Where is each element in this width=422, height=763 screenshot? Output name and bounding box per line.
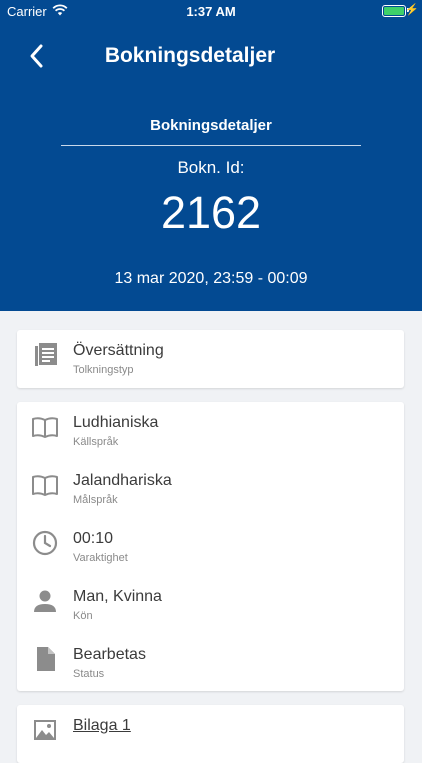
source-language-label: Källspråk — [73, 436, 119, 448]
duration-row: 00:10 Varaktighet — [17, 518, 404, 576]
battery-icon — [382, 5, 406, 17]
booking-id-value: 2162 — [160, 187, 262, 238]
source-language-row: Ludhianiska Källspråk — [17, 402, 404, 460]
duration-value: 00:10 — [73, 530, 114, 547]
status-value: Bearbetas — [73, 646, 146, 663]
interpretation-card: Översättning Tolkningstyp — [17, 330, 404, 388]
details-card: Ludhianiska Källspråk Jalandhariska Måls… — [17, 402, 404, 691]
attachment-card[interactable]: Bilaga 1 — [17, 705, 404, 763]
target-language-value: Jalandhariska — [73, 472, 172, 489]
gender-label: Kön — [73, 610, 93, 622]
image-icon — [34, 720, 56, 740]
header: Carrier 1:37 AM ⚡ Bokningsdetaljer Bokni… — [0, 0, 422, 311]
clock-icon — [32, 530, 58, 556]
booking-datetime: 13 mar 2020, 23:59 - 00:09 — [114, 270, 308, 287]
attachment-link[interactable]: Bilaga 1 — [73, 717, 131, 735]
person-icon — [34, 590, 56, 612]
interpretation-type-value: Översättning — [73, 342, 164, 359]
target-language-label: Målspråk — [73, 494, 118, 506]
duration-label: Varaktighet — [73, 552, 128, 564]
source-language-value: Ludhianiska — [73, 414, 159, 431]
status-row: Bearbetas Status — [17, 634, 404, 692]
file-icon — [37, 647, 55, 671]
book-icon — [32, 417, 58, 438]
attachment-row[interactable]: Bilaga 1 — [17, 705, 404, 763]
interpretation-row: Översättning Tolkningstyp — [17, 330, 404, 388]
gender-value: Man, Kvinna — [73, 588, 162, 605]
target-language-row: Jalandhariska Målspråk — [17, 460, 404, 518]
interpretation-type-label: Tolkningstyp — [73, 364, 134, 376]
nav-title: Bokningsdetaljer — [104, 44, 276, 67]
booking-id-label: Bokn. Id: — [177, 158, 245, 177]
section-title: Bokningsdetaljer — [150, 117, 272, 134]
status-bar: Carrier 1:37 AM ⚡ — [0, 0, 422, 22]
status-label: Status — [73, 668, 105, 680]
divider — [61, 145, 361, 146]
book-icon — [32, 475, 58, 496]
charging-icon: ⚡ — [405, 4, 419, 16]
document-list-icon — [35, 343, 57, 366]
gender-row: Man, Kvinna Kön — [17, 576, 404, 634]
clock-time: 1:37 AM — [186, 4, 236, 19]
